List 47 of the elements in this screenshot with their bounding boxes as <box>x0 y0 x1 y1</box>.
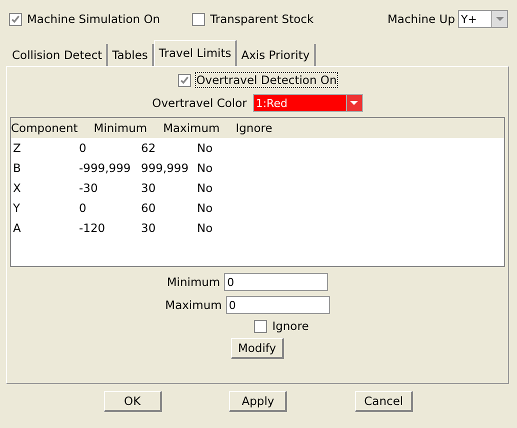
checkbox[interactable] <box>178 74 192 86</box>
column-header: Component <box>11 121 78 135</box>
table-cell-text: B <box>12 161 22 175</box>
dialog-button[interactable]: OK <box>104 391 162 412</box>
checkbox[interactable] <box>9 12 22 26</box>
table-cell: No <box>197 201 213 215</box>
color-dropdown[interactable]: 1:Red <box>252 94 363 112</box>
table-cell-text: Z <box>12 141 22 155</box>
column-header: Ignore <box>236 121 272 135</box>
table-cell: No <box>197 181 213 195</box>
machine-up-label: Machine Up <box>387 12 455 26</box>
table-cell-text: -120 <box>79 221 106 235</box>
checkbox-label[interactable]: Overtravel Detection On <box>178 73 337 87</box>
tab[interactable]: Travel Limits <box>154 40 238 66</box>
dialog-button[interactable]: Cancel <box>355 391 414 412</box>
table-cell-text: A <box>12 221 22 235</box>
check-icon <box>179 74 190 86</box>
maximum-label: Maximum <box>165 298 222 312</box>
table-cell-text: 999,999 <box>141 161 190 175</box>
modify-button[interactable]: Modify <box>230 338 284 359</box>
table-cell-text: 30 <box>141 181 157 195</box>
machine-up-dropdown[interactable]: Y+ <box>458 10 508 28</box>
table-cell: No <box>197 221 213 235</box>
table-cell-text: -30 <box>79 181 99 195</box>
overtravel-color-label: Overtravel Color <box>152 96 247 110</box>
checkbox[interactable] <box>192 12 206 26</box>
table-cell-text: X <box>12 181 22 195</box>
checkbox-label[interactable]: Transparent Stock <box>192 12 314 26</box>
minimum-label: Minimum <box>166 275 220 289</box>
table-cell: No <box>197 141 213 155</box>
column-header: Minimum <box>94 121 148 135</box>
table-cell-text: 30 <box>141 221 157 235</box>
minimum-field[interactable]: 0 <box>224 273 328 291</box>
table-cell-text: 60 <box>141 201 157 215</box>
table-cell-text: 0 <box>79 141 88 155</box>
maximum-field[interactable]: 0 <box>226 296 330 314</box>
dialog-button[interactable]: Apply <box>229 391 288 412</box>
check-icon <box>10 14 21 24</box>
table-cell-text: Y <box>12 201 22 215</box>
table-cell-text: 0 <box>79 201 88 215</box>
table-cell: No <box>197 161 213 175</box>
checkbox-label[interactable]: Ignore <box>254 319 309 333</box>
table-cell-text: 62 <box>141 141 157 155</box>
table-cell-text: -999,999 <box>79 161 132 175</box>
checkbox[interactable] <box>254 320 268 332</box>
checkbox-label[interactable]: Machine Simulation On <box>9 12 160 26</box>
column-header: Maximum <box>163 121 220 135</box>
